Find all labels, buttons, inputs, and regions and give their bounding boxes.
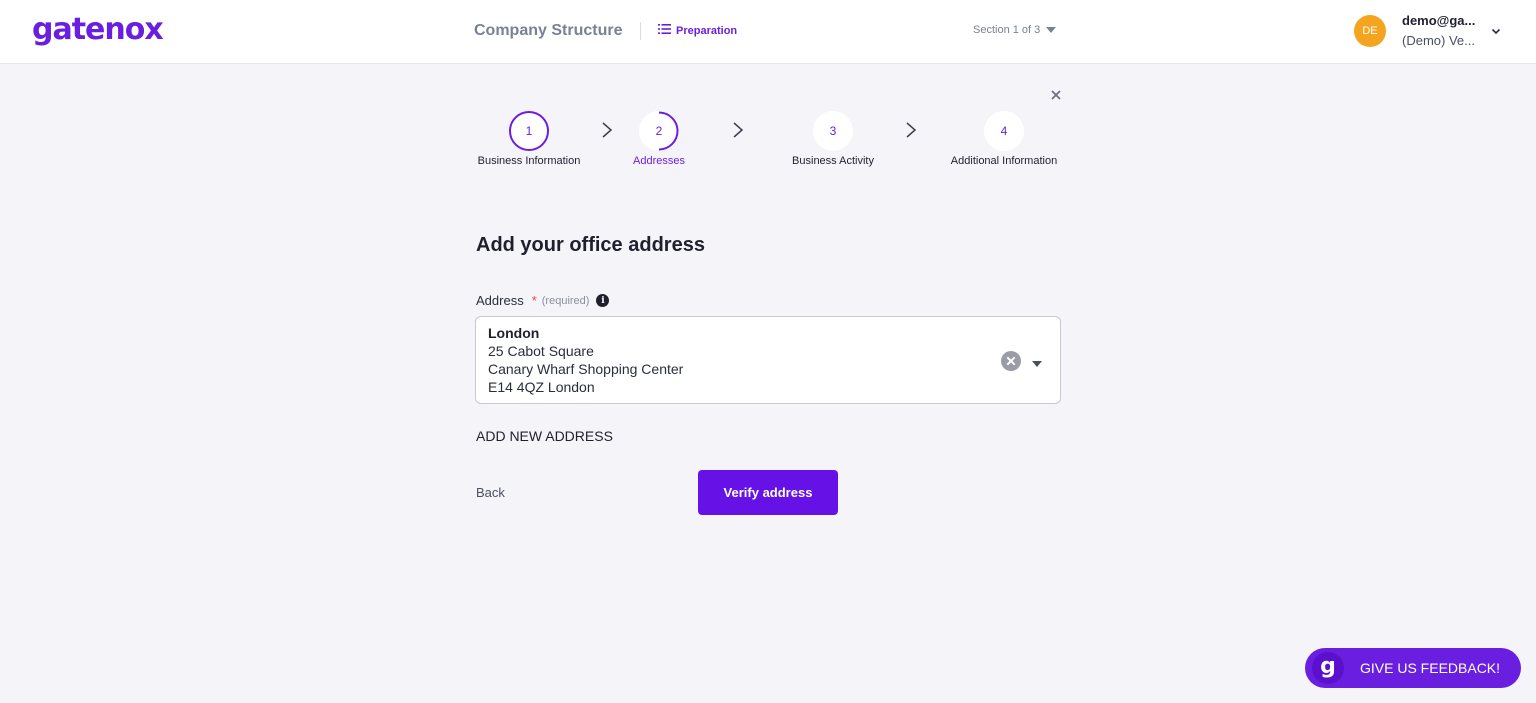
chevron-right-icon xyxy=(602,122,613,138)
user-avatar[interactable]: DE xyxy=(1354,15,1386,47)
step-label: Additional Information xyxy=(950,155,1058,167)
feedback-label: GIVE US FEEDBACK! xyxy=(1360,660,1501,676)
gatenox-logo[interactable]: gatenox xyxy=(32,12,164,47)
required-text: (required) xyxy=(541,294,590,307)
list-icon xyxy=(658,24,671,37)
step-label: Business Information xyxy=(477,155,581,167)
chevron-right-icon xyxy=(733,122,744,138)
clear-icon[interactable] xyxy=(1001,351,1021,371)
user-email[interactable]: demo@ga... xyxy=(1402,13,1475,28)
preparation-link[interactable]: Preparation xyxy=(658,24,737,37)
gatenox-g-icon: g xyxy=(1312,652,1344,684)
back-button[interactable]: Back xyxy=(476,485,505,500)
chevron-right-icon xyxy=(906,122,917,138)
preparation-label: Preparation xyxy=(676,24,738,37)
add-new-address-link[interactable]: ADD NEW ADDRESS xyxy=(476,428,613,444)
info-icon[interactable]: i xyxy=(596,294,610,307)
chevron-down-icon[interactable] xyxy=(1490,24,1502,42)
close-icon[interactable] xyxy=(1049,88,1063,102)
form-heading: Add your office address xyxy=(476,234,705,256)
address-line-1: 25 Cabot Square xyxy=(488,343,594,359)
section-label: Section 1 of 3 xyxy=(973,24,1041,36)
caret-down-icon xyxy=(1046,24,1057,36)
address-field-label: Address * (required) i xyxy=(476,293,610,308)
page-title: Company Structure xyxy=(474,22,623,39)
header-divider xyxy=(640,22,641,40)
address-city: London xyxy=(488,325,540,341)
step-label: Addresses xyxy=(633,155,685,167)
step-number: 1 xyxy=(509,111,549,151)
address-label-text: Address xyxy=(476,293,524,308)
user-organization[interactable]: (Demo) Ve... xyxy=(1402,33,1475,48)
step-label: Business Activity xyxy=(792,155,874,167)
progress-ring-icon xyxy=(658,111,679,151)
section-selector[interactable]: Section 1 of 3 xyxy=(973,24,1057,36)
caret-down-icon[interactable] xyxy=(1031,356,1043,367)
address-line-2: Canary Wharf Shopping Center xyxy=(488,361,684,377)
step-number: 4 xyxy=(984,111,1024,151)
feedback-button[interactable]: g GIVE US FEEDBACK! xyxy=(1305,648,1521,688)
required-star: * xyxy=(531,293,537,308)
address-select[interactable]: London 25 Cabot Square Canary Wharf Shop… xyxy=(475,316,1061,404)
address-line-3: E14 4QZ London xyxy=(488,379,595,395)
verify-address-button[interactable]: Verify address xyxy=(698,470,838,515)
step-number: 3 xyxy=(813,111,853,151)
top-bar: gatenox Company Structure Preparation Se… xyxy=(0,0,1536,64)
